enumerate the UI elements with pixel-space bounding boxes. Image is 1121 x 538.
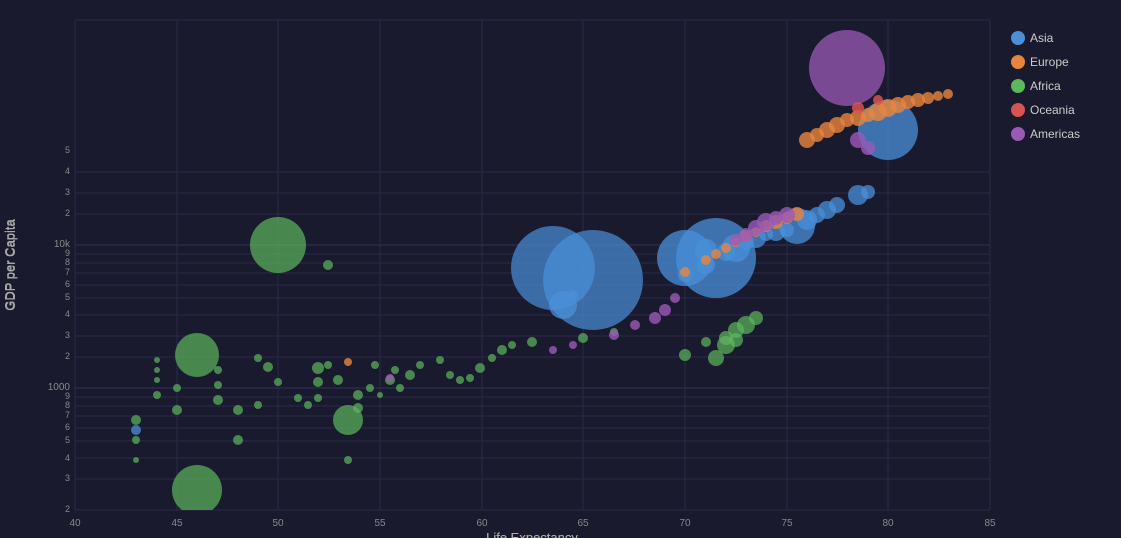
svg-text:55: 55	[374, 518, 386, 529]
svg-text:75: 75	[781, 518, 793, 529]
svg-text:3: 3	[65, 330, 70, 340]
svg-text:4: 4	[65, 309, 70, 319]
svg-text:65: 65	[577, 518, 589, 529]
svg-text:5: 5	[65, 435, 70, 445]
svg-text:1000: 1000	[48, 382, 71, 393]
svg-text:4: 4	[65, 166, 70, 176]
svg-text:4: 4	[65, 453, 70, 463]
svg-text:70: 70	[679, 518, 691, 529]
svg-text:7: 7	[65, 410, 70, 420]
svg-text:10k: 10k	[54, 239, 71, 250]
svg-text:6: 6	[65, 279, 70, 289]
svg-text:45: 45	[171, 518, 183, 529]
svg-text:3: 3	[65, 187, 70, 197]
y-axis-title: GDP per Capita	[2, 218, 17, 310]
svg-text:2: 2	[65, 208, 70, 218]
svg-text:2: 2	[65, 504, 70, 514]
svg-text:5: 5	[65, 292, 70, 302]
chart-container: 2 3 4 5 6 7 8 9 1000 2 3 4 5 6 7 8 9 10k…	[0, 0, 1121, 538]
svg-text:80: 80	[882, 518, 894, 529]
x-axis-title: Life Expectancy	[486, 530, 578, 538]
svg-text:8: 8	[65, 257, 70, 267]
svg-text:8: 8	[65, 400, 70, 410]
svg-text:7: 7	[65, 267, 70, 277]
svg-text:6: 6	[65, 422, 70, 432]
legend-africa: Africa	[1030, 79, 1061, 93]
legend-americas: Americas	[1030, 127, 1080, 141]
legend-europe: Europe	[1030, 55, 1069, 69]
svg-text:3: 3	[65, 473, 70, 483]
svg-text:85: 85	[984, 518, 996, 529]
svg-text:40: 40	[69, 518, 81, 529]
legend-oceania: Oceania	[1030, 103, 1075, 117]
svg-text:50: 50	[272, 518, 284, 529]
svg-text:5: 5	[65, 145, 70, 155]
svg-text:2: 2	[65, 351, 70, 361]
scatter-chart: 2 3 4 5 6 7 8 9 1000 2 3 4 5 6 7 8 9 10k…	[0, 0, 1121, 538]
svg-text:60: 60	[476, 518, 488, 529]
legend-asia: Asia	[1030, 31, 1054, 45]
